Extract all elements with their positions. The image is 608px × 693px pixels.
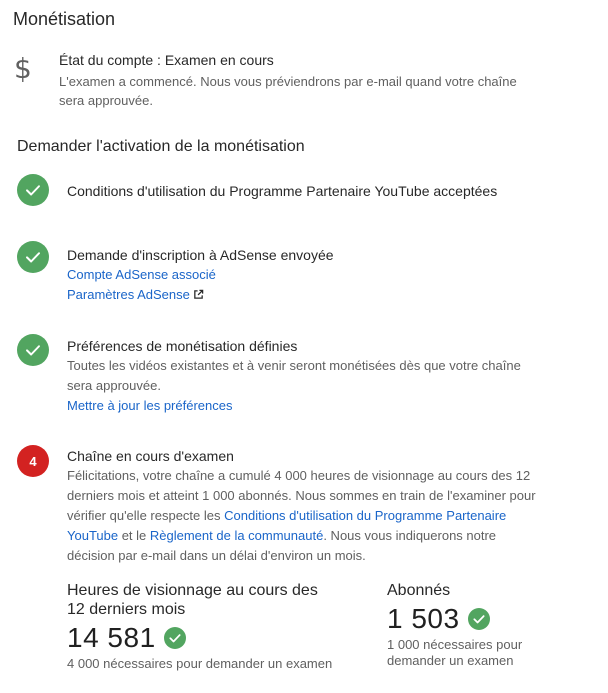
subscribers-requirement: 1 000 nécessaires pour demander un exame…: [387, 637, 523, 668]
check-circle-icon: [163, 627, 186, 649]
watch-hours-value: 14 581: [67, 622, 156, 653]
account-status-title: État du compte : Examen en cours: [59, 52, 274, 68]
watch-hours-stat: Heures de visionnage au cours des 12 der…: [67, 581, 337, 672]
subscribers-stat: Abonnés 1 503 1 000 nécessaires pour dem…: [387, 581, 547, 669]
check-circle-icon: [17, 174, 49, 206]
check-circle-icon: [17, 241, 49, 273]
step-number-badge: 4: [17, 445, 49, 477]
adsense-account-link[interactable]: Compte AdSense associé: [67, 265, 547, 285]
review-text-part2: et le: [118, 528, 150, 543]
step-title: Conditions d'utilisation du Programme Pa…: [67, 183, 498, 199]
watch-hours-requirement: 4 000 nécessaires pour demander un exame…: [67, 656, 333, 671]
community-guidelines-link[interactable]: Règlement de la communauté: [150, 528, 323, 543]
step-title: Préférences de monétisation définies: [67, 338, 298, 354]
page-title: Monétisation: [13, 9, 116, 29]
check-circle-icon: [17, 334, 49, 366]
adsense-settings-link[interactable]: Paramètres AdSense: [67, 285, 547, 306]
section-title: Demander l'activation de la monétisation: [17, 138, 305, 155]
watch-hours-label: Heures de visionnage au cours des 12 der…: [67, 582, 318, 618]
step-title: Chaîne en cours d'examen: [67, 448, 234, 464]
step-description: Toutes les vidéos existantes et à venir …: [67, 358, 521, 393]
subscribers-value: 1 503: [387, 603, 460, 634]
update-preferences-link[interactable]: Mettre à jour les préférences: [67, 396, 547, 416]
adsense-settings-label: Paramètres AdSense: [67, 287, 190, 302]
external-link-icon: [193, 286, 204, 306]
account-status-description: L'examen a commencé. Nous vous préviendr…: [59, 74, 517, 108]
check-circle-icon: [467, 608, 490, 630]
dollar-icon: $: [14, 52, 32, 85]
subscribers-label: Abonnés: [387, 582, 451, 599]
step-description: Félicitations, votre chaîne a cumulé 4 0…: [67, 466, 545, 566]
step-title: Demande d'inscription à AdSense envoyée: [67, 247, 334, 263]
